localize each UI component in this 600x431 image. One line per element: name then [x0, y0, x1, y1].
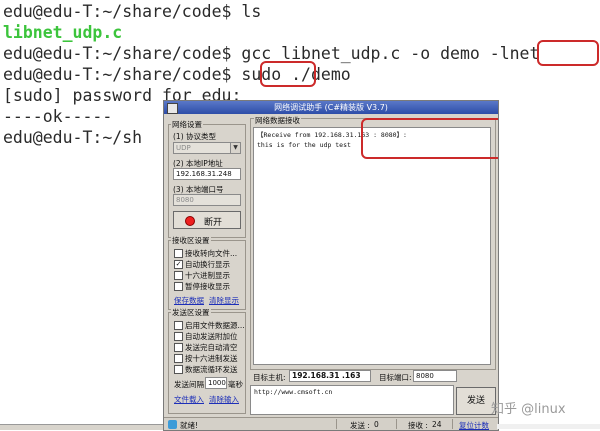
pause-display-checkbox[interactable]: [174, 282, 183, 291]
send-button[interactable]: 发送: [456, 387, 496, 415]
settings-panel: 网络设置 (1) 协议类型 UDP ▼ (2) 本地IP地址 192.168.3…: [166, 116, 246, 428]
pause-display-label: 暂停接收显示: [185, 282, 230, 291]
auto-wrap-label: 自动换行显示: [185, 260, 230, 269]
desktop-strip: [497, 424, 600, 429]
auto-append-label: 自动发送附加位: [185, 332, 238, 341]
taskbar-strip: [0, 424, 163, 430]
recv-to-file-label: 接收转向文件...: [185, 249, 238, 258]
recv-label: 接收 :: [408, 421, 428, 430]
receive-group-label: 网络数据接收: [254, 115, 301, 126]
protocol-value: UDP: [176, 144, 191, 152]
watermark: 知乎 @linux: [491, 402, 566, 417]
clear-display-link[interactable]: 清除显示: [209, 295, 239, 306]
status-divider: [452, 419, 453, 429]
auto-append-checkbox[interactable]: [174, 332, 183, 341]
send-interval-input[interactable]: 1000: [205, 377, 227, 389]
window-title: 网络调试助手 (C#精装版 V3.7): [274, 103, 388, 112]
send-settings-label: 发送区设置: [171, 307, 211, 318]
status-icon: [168, 420, 177, 429]
hex-display-label: 十六进制显示: [185, 271, 230, 280]
hex-send-checkbox[interactable]: [174, 354, 183, 363]
terminal-line-7: edu@edu-T:~/sh: [3, 128, 143, 147]
connection-status-icon: [185, 216, 195, 226]
lnet-highlight-box: [537, 40, 599, 66]
file-source-label: 启用文件数据源...: [185, 321, 245, 330]
local-ip-input[interactable]: 192.168.31.248: [173, 168, 241, 180]
send-settings-group: 发送区设置 启用文件数据源... 自动发送附加位 发送完自动清空 按十六进制发送…: [168, 307, 246, 414]
status-divider: [336, 419, 337, 429]
hex-display-checkbox[interactable]: [174, 271, 183, 280]
recv-to-file-checkbox[interactable]: [174, 249, 183, 258]
network-settings-group: 网络设置 (1) 协议类型 UDP ▼ (2) 本地IP地址 192.168.3…: [168, 119, 246, 238]
clear-input-link[interactable]: 清除输入: [209, 394, 239, 405]
file-source-checkbox[interactable]: [174, 321, 183, 330]
status-divider: [396, 419, 397, 429]
chevron-down-icon[interactable]: ▼: [230, 143, 240, 153]
receive-highlight-box: [361, 118, 498, 159]
target-row: 目标主机: 192.168.31 .163 目标端口: 8080: [251, 369, 496, 382]
terminal-line-1: edu@edu-T:~/share/code$ ls: [3, 2, 262, 21]
protocol-label: (1) 协议类型: [173, 132, 217, 141]
reset-count-link[interactable]: 复位计数: [459, 420, 489, 430]
hex-send-label: 按十六进制发送: [185, 354, 238, 363]
disconnect-label: 断开: [204, 218, 223, 228]
local-port-input[interactable]: 8080: [173, 194, 241, 206]
auto-wrap-checkbox[interactable]: ✓: [174, 260, 183, 269]
target-port-input[interactable]: 8080: [413, 370, 457, 382]
network-settings-label: 网络设置: [171, 119, 203, 130]
send-interval-label: 发送间隔: [174, 380, 204, 389]
send-textarea[interactable]: http://www.cmsoft.cn: [250, 385, 454, 415]
protocol-select[interactable]: UDP ▼: [173, 142, 241, 154]
network-debug-assistant-window: 网络调试助手 (C#精装版 V3.7) 网络设置 (1) 协议类型 UDP ▼ …: [163, 100, 499, 431]
window-title-bar[interactable]: 网络调试助手 (C#精装版 V3.7): [164, 101, 498, 114]
loop-send-label: 数据流循环发送: [185, 365, 238, 374]
load-file-link[interactable]: 文件载入: [174, 394, 204, 405]
sent-label: 发送 :: [350, 421, 370, 430]
target-host-input[interactable]: 192.168.31 .163: [289, 370, 371, 382]
interval-unit-label: 毫秒: [228, 380, 243, 389]
terminal-line-2: libnet_udp.c: [3, 23, 123, 42]
target-host-label: 目标主机:: [253, 373, 286, 382]
auto-clear-checkbox[interactable]: [174, 343, 183, 352]
auto-clear-label: 发送完自动清空: [185, 343, 238, 352]
receive-textarea[interactable]: 【Receive from 192.168.31.163 : 8080】: th…: [253, 127, 491, 365]
save-data-link[interactable]: 保存数据: [174, 295, 204, 306]
sudo-highlight-box: [260, 61, 316, 87]
loop-send-checkbox[interactable]: [174, 365, 183, 374]
receive-settings-label: 接收区设置: [171, 235, 211, 246]
disconnect-button[interactable]: 断开: [173, 211, 241, 229]
target-port-label: 目标端口:: [379, 373, 412, 382]
recv-count: 24: [432, 420, 442, 429]
receive-settings-group: 接收区设置 接收转向文件... ✓ 自动换行显示 十六进制显示 暂停接收显示 保…: [168, 235, 246, 310]
terminal-line-6: ----ok-----: [3, 107, 113, 126]
status-ready: 就绪!: [180, 421, 199, 430]
sent-count: 0: [374, 420, 379, 429]
